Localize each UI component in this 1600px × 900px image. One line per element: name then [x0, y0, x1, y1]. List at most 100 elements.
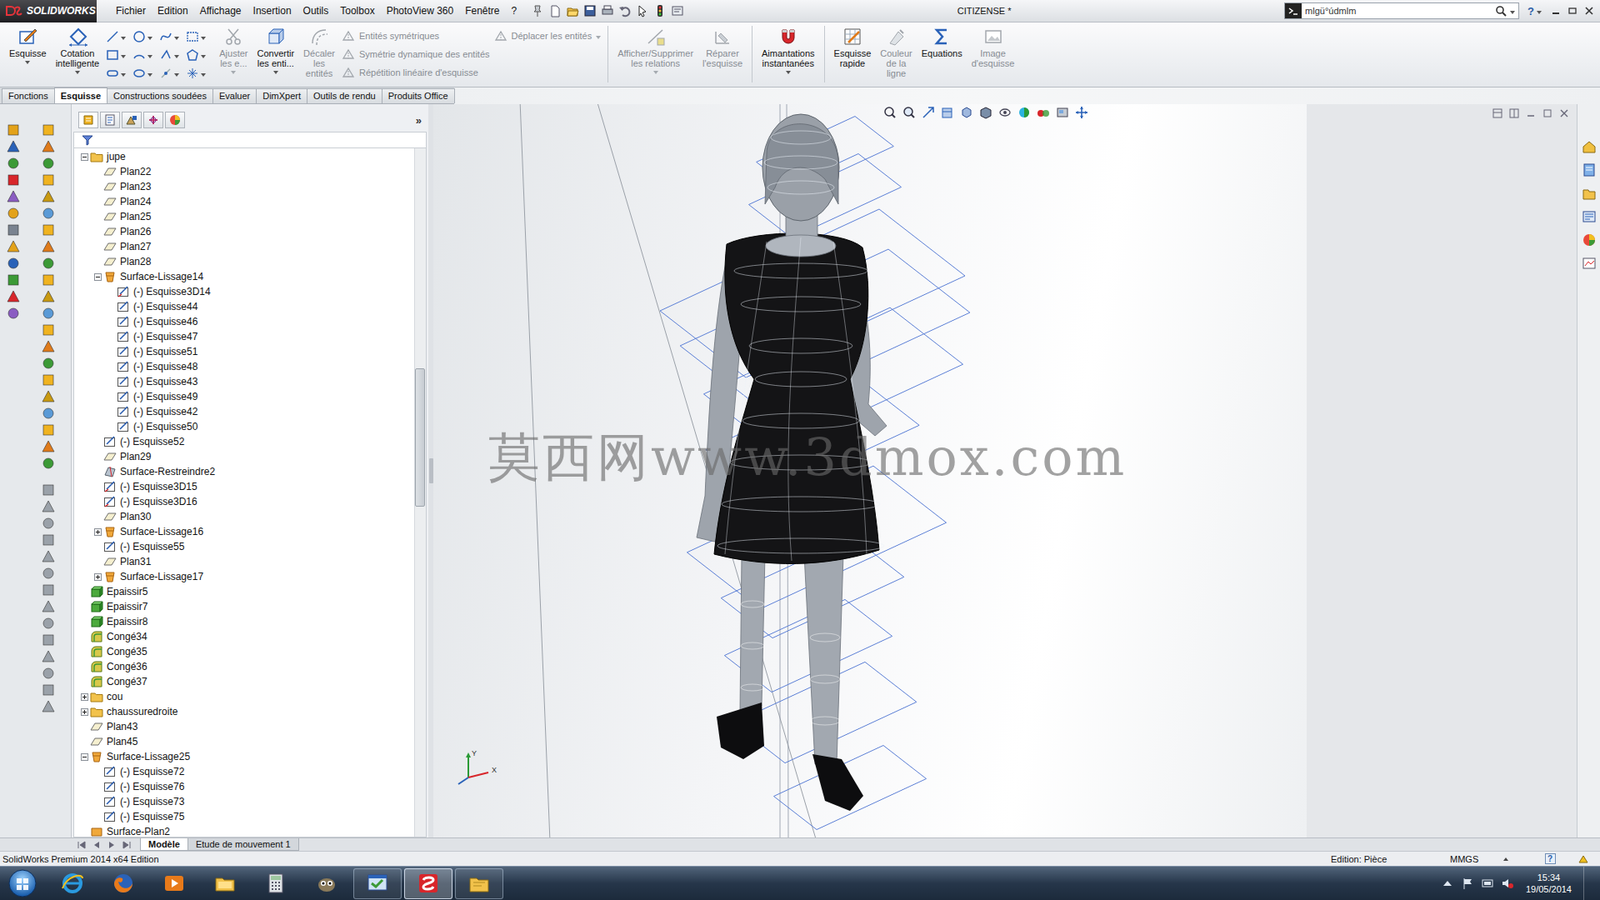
- view-tool[interactable]: [1075, 105, 1089, 120]
- toolbar-button[interactable]: [40, 372, 57, 388]
- sketch-tool[interactable]: [185, 64, 213, 83]
- toolbar-button[interactable]: [40, 305, 57, 321]
- command-tab[interactable]: Esquisse: [54, 87, 108, 104]
- viewport-window-button[interactable]: [1491, 107, 1504, 123]
- model-tab[interactable]: Modèle: [140, 838, 189, 851]
- toolbar-button[interactable]: [40, 222, 57, 238]
- toolbar-button[interactable]: [40, 205, 57, 221]
- tree-scrollbar[interactable]: [414, 148, 426, 837]
- ribbon-small-button[interactable]: Entités symétriques: [341, 27, 490, 45]
- dropdown-arrow[interactable]: [174, 55, 180, 59]
- menu-item[interactable]: PhotoView 360: [380, 3, 460, 19]
- ribbon-button[interactable]: Equations: [919, 25, 965, 65]
- tree-item[interactable]: Plan30: [74, 509, 415, 525]
- viewport-window-button[interactable]: [1541, 107, 1554, 123]
- command-tab[interactable]: Produits Office: [381, 88, 455, 104]
- dropdown-arrow[interactable]: [120, 73, 126, 77]
- view-tool[interactable]: [998, 105, 1012, 120]
- toolbar-button[interactable]: [40, 272, 57, 288]
- expander-box[interactable]: [80, 693, 89, 701]
- dropdown-arrow[interactable]: [25, 60, 30, 65]
- dropdown-arrow[interactable]: [785, 70, 791, 75]
- toolbar-button[interactable]: [5, 189, 22, 205]
- tree-expander[interactable]: [79, 749, 90, 765]
- dropdown-arrow[interactable]: [174, 36, 180, 40]
- toolbar-button[interactable]: [5, 239, 22, 255]
- view-tool[interactable]: [902, 105, 916, 120]
- command-tab[interactable]: Fonctions: [1, 88, 55, 104]
- tree-item[interactable]: Plan43: [74, 719, 415, 735]
- sketch-tool[interactable]: [105, 27, 133, 46]
- tree-expander[interactable]: [79, 689, 90, 705]
- tree-item[interactable]: (-) Esquisse44: [74, 299, 415, 315]
- tree-item[interactable]: Plan31: [74, 554, 415, 570]
- menu-item[interactable]: Edition: [151, 3, 195, 19]
- undo-icon[interactable]: [618, 4, 632, 18]
- search-dropdown-arrow[interactable]: [1510, 10, 1515, 15]
- search-term[interactable]: mlgü°údmlm: [1305, 5, 1492, 16]
- dropdown-arrow[interactable]: [230, 70, 236, 75]
- sketch-tool[interactable]: [185, 45, 213, 65]
- expander-box[interactable]: [80, 153, 89, 161]
- toolbar-button[interactable]: [40, 389, 57, 405]
- tree-item[interactable]: Surface-Restreindre2: [74, 464, 415, 480]
- toolbar-button[interactable]: [40, 455, 57, 471]
- navigation-arrow-icon[interactable]: [91, 840, 102, 850]
- expander-box[interactable]: [94, 573, 102, 581]
- toolbar-button[interactable]: [40, 632, 57, 648]
- navigation-arrow-icon[interactable]: [106, 840, 117, 850]
- tree-item[interactable]: Plan25: [74, 209, 415, 225]
- ribbon-button[interactable]: Esquisse: [6, 25, 50, 65]
- menu-item[interactable]: Insertion: [247, 3, 298, 19]
- expander-box[interactable]: [94, 273, 102, 281]
- taskbar-button[interactable]: [48, 868, 97, 900]
- viewport-window-button[interactable]: [1525, 107, 1537, 123]
- toolbar-button[interactable]: [40, 515, 57, 531]
- dropdown-arrow[interactable]: [653, 70, 659, 75]
- tree-item[interactable]: Epaissir7: [74, 599, 415, 615]
- scroll-thumb[interactable]: [415, 368, 425, 506]
- ribbon-small-button[interactable]: Déplacer les entités: [494, 27, 602, 45]
- dropdown-arrow[interactable]: [200, 73, 206, 77]
- expander-box[interactable]: [94, 528, 102, 536]
- view-tool[interactable]: [1036, 105, 1050, 120]
- ribbon-button[interactable]: Convertirles enti...: [254, 25, 297, 75]
- tree-item[interactable]: Surface-Lissage17: [74, 569, 415, 585]
- tree-item[interactable]: cou: [74, 689, 415, 705]
- tree-item[interactable]: Congé37: [74, 674, 415, 690]
- toolbar-button[interactable]: [40, 139, 57, 155]
- tree-item[interactable]: Plan23: [74, 179, 415, 195]
- toolbar-button[interactable]: [40, 582, 57, 598]
- tree-item[interactable]: (-) Esquisse49: [74, 389, 415, 405]
- status-help[interactable]: ?: [1533, 853, 1567, 865]
- tree-item[interactable]: (-) Esquisse51: [74, 344, 415, 360]
- dropdown-arrow[interactable]: [200, 55, 206, 59]
- clock[interactable]: 15:3419/05/2014: [1520, 871, 1577, 895]
- sketch-tool[interactable]: [132, 27, 160, 46]
- ribbon-button-body[interactable]: Ajusterles e...: [219, 26, 248, 69]
- tree-item[interactable]: jupe: [74, 149, 415, 165]
- tree-item[interactable]: Surface-Lissage14: [74, 269, 415, 285]
- panel-tab[interactable]: [78, 111, 99, 129]
- sketch-tool[interactable]: [159, 45, 186, 65]
- unit-system[interactable]: MMGS: [1450, 854, 1534, 865]
- view-tool[interactable]: [1055, 105, 1070, 120]
- toolbar-button[interactable]: [40, 255, 57, 271]
- task-pane-tab[interactable]: [1581, 185, 1597, 205]
- panel-tab[interactable]: [165, 111, 185, 129]
- tree-item[interactable]: (-) Esquisse47: [74, 329, 415, 345]
- tree-item[interactable]: (-) Esquisse48: [74, 359, 415, 375]
- options-icon[interactable]: [670, 4, 685, 18]
- toolbar-button[interactable]: [40, 422, 57, 438]
- taskbar-button[interactable]: [404, 868, 453, 900]
- help-box[interactable]: ?: [1545, 853, 1556, 865]
- tree-expander[interactable]: [92, 269, 104, 285]
- expander-box[interactable]: [80, 753, 89, 761]
- view-tool[interactable]: [921, 105, 935, 120]
- view-tool[interactable]: [883, 105, 897, 120]
- window-button[interactable]: [1581, 4, 1597, 18]
- view-triad[interactable]: YX: [450, 749, 500, 790]
- toolbar-button[interactable]: [40, 499, 57, 515]
- sketch-tool[interactable]: [159, 27, 186, 46]
- ribbon-button-body[interactable]: Afficher/Supprimerles relations: [617, 26, 694, 69]
